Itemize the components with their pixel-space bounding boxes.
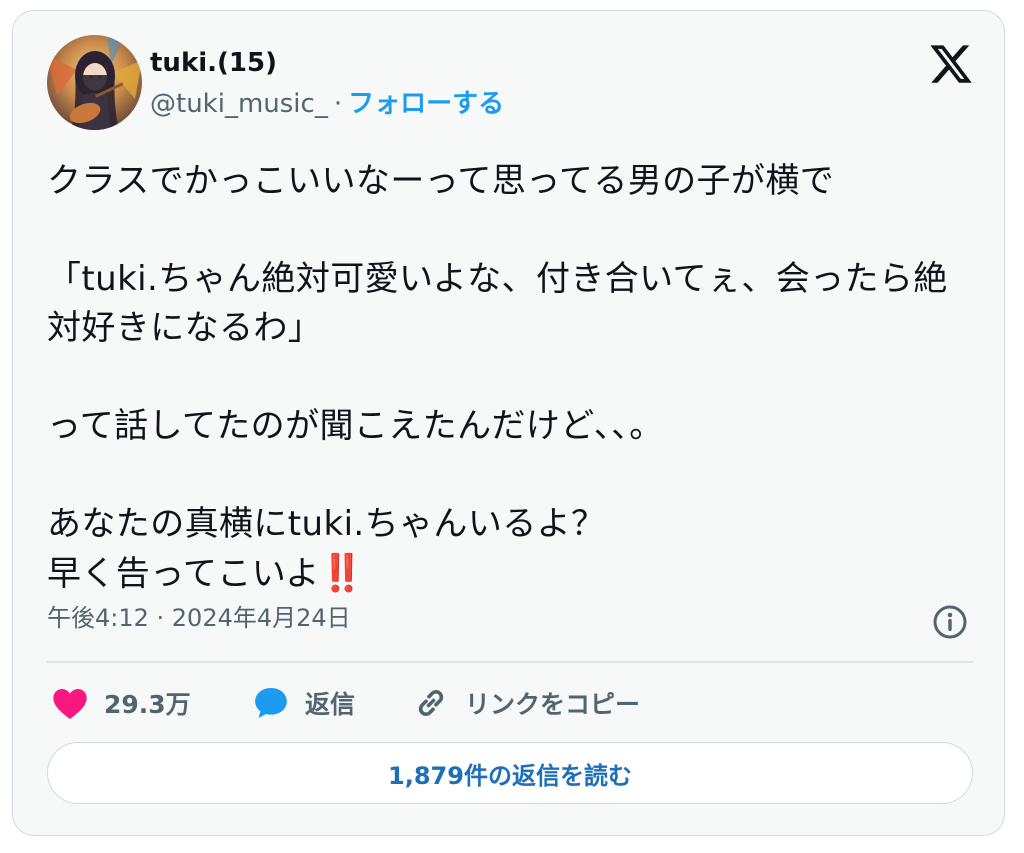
avatar-illustration bbox=[47, 35, 142, 130]
x-logo-icon[interactable] bbox=[928, 41, 974, 87]
author-display-name[interactable]: tuki.(15) bbox=[150, 47, 277, 79]
read-replies-button[interactable]: 1,879件の返信を読む bbox=[47, 742, 973, 804]
like-button[interactable]: 29.3万 bbox=[50, 681, 191, 725]
author-handle[interactable]: @tuki_music_ bbox=[150, 89, 328, 119]
tweet-paragraph: クラスでかっこいいなーって思ってる男の子が横で bbox=[47, 161, 835, 201]
read-replies-label: 1,879件の返信を読む bbox=[388, 761, 632, 790]
divider bbox=[47, 661, 973, 663]
author-handle-line: @tuki_music_ · フォローする bbox=[150, 87, 504, 121]
tweet-paragraph-last: あなたの真横にtuki.ちゃんいるよ？ 早く告ってこいよ‼️ bbox=[47, 500, 977, 599]
like-count: 29.3万 bbox=[104, 690, 191, 719]
info-icon[interactable] bbox=[932, 604, 968, 640]
heart-icon bbox=[50, 683, 90, 723]
copy-link-button[interactable]: リンクをコピー bbox=[411, 681, 640, 725]
follow-button[interactable]: フォローする bbox=[348, 89, 504, 119]
speech-bubble-icon bbox=[251, 683, 291, 723]
tweet-paragraph: って話してたのが聞こえたんだけど､､｡ bbox=[47, 406, 647, 446]
handle-separator: · bbox=[333, 89, 343, 119]
tweet-card: tuki.(15) @tuki_music_ · フォローする クラスでかっこいいな… bbox=[12, 10, 1005, 836]
copy-link-label: リンクをコピー bbox=[465, 690, 641, 719]
tweet-timestamp[interactable]: 午後4:12 · 2024年4月24日 bbox=[47, 602, 351, 634]
tweet-text: クラスでかっこいいなーって思ってる男の子が横で 「tuki.ちゃん絶対可愛いよな… bbox=[47, 157, 977, 599]
reply-button[interactable]: 返信 bbox=[251, 681, 355, 725]
avatar[interactable] bbox=[47, 35, 142, 130]
reply-label: 返信 bbox=[305, 690, 356, 719]
link-icon bbox=[411, 683, 451, 723]
double-exclamation-emoji: ‼️ bbox=[319, 553, 365, 594]
tweet-paragraph: 「tuki.ちゃん絶対可愛いよな、付き合いてぇ、会ったら絶対好きになるわ」 bbox=[47, 259, 948, 348]
